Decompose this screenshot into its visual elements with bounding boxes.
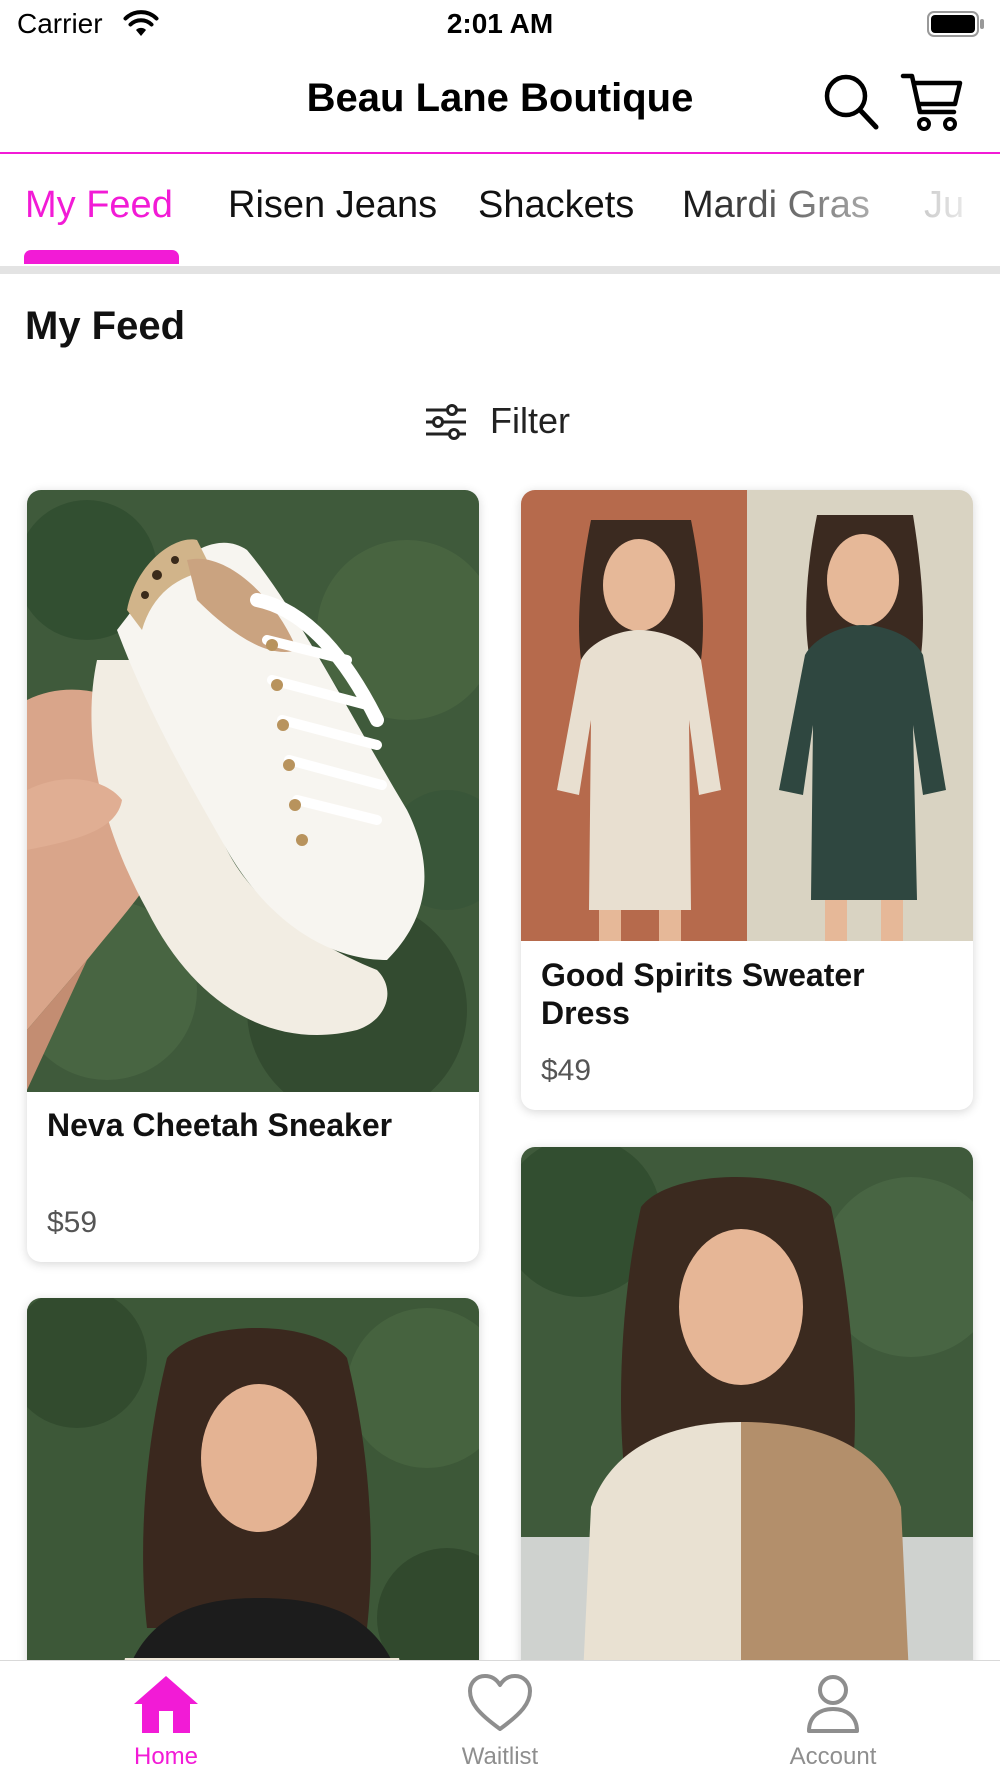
product-card[interactable]: [521, 1147, 973, 1718]
tab-mardi-gras[interactable]: Mardi Gras: [682, 184, 870, 227]
active-tab-indicator: [24, 250, 179, 264]
battery-icon: [927, 11, 984, 37]
product-name: Good Spirits Sweater Dress: [541, 957, 865, 1031]
clock: 2:01 AM: [446, 8, 554, 39]
app-header: Beau Lane Boutique: [0, 50, 1000, 154]
filter-button[interactable]: Filter: [420, 396, 590, 446]
tabs-divider: [0, 266, 1000, 274]
product-card[interactable]: Good Spirits Sweater Dress $49: [521, 490, 973, 1110]
heart-icon: [468, 1674, 532, 1731]
cart-icon[interactable]: [900, 70, 964, 134]
product-image: [27, 1298, 479, 1718]
status-bar: Carrier 2:01 AM: [0, 0, 1000, 50]
tab-my-feed[interactable]: My Feed: [25, 184, 173, 227]
product-image: [27, 490, 479, 1092]
tabbar-waitlist-label: Waitlist: [461, 1743, 539, 1770]
product-image: [521, 1147, 973, 1718]
filter-label: Filter: [490, 400, 570, 441]
product-name: Neva Cheetah Sneaker: [47, 1107, 393, 1143]
product-image: [521, 490, 973, 941]
search-icon[interactable]: [822, 72, 880, 132]
tabbar-home-label: Home: [133, 1743, 199, 1770]
tabbar-account-label: Account: [789, 1743, 877, 1770]
tab-risen-jeans[interactable]: Risen Jeans: [228, 184, 437, 227]
product-price: $59: [47, 1206, 98, 1239]
person-icon: [807, 1675, 859, 1733]
tab-next-category[interactable]: Ju: [924, 184, 964, 227]
product-card[interactable]: Neva Cheetah Sneaker $59: [27, 490, 479, 1262]
tabbar-account[interactable]: Account: [733, 1661, 933, 1778]
tabbar-waitlist[interactable]: Waitlist: [400, 1661, 600, 1778]
category-tabs: My Feed Risen Jeans Shackets Mardi Gras …: [0, 156, 1000, 266]
bottom-tab-bar: Home Waitlist Account: [0, 1660, 1000, 1778]
sliders-icon: [426, 404, 466, 440]
tabbar-home[interactable]: Home: [66, 1661, 266, 1778]
section-title: My Feed: [25, 304, 186, 348]
home-icon: [134, 1676, 198, 1733]
product-card[interactable]: [27, 1298, 479, 1718]
product-price: $49: [541, 1054, 592, 1087]
tab-shackets[interactable]: Shackets: [478, 184, 634, 227]
